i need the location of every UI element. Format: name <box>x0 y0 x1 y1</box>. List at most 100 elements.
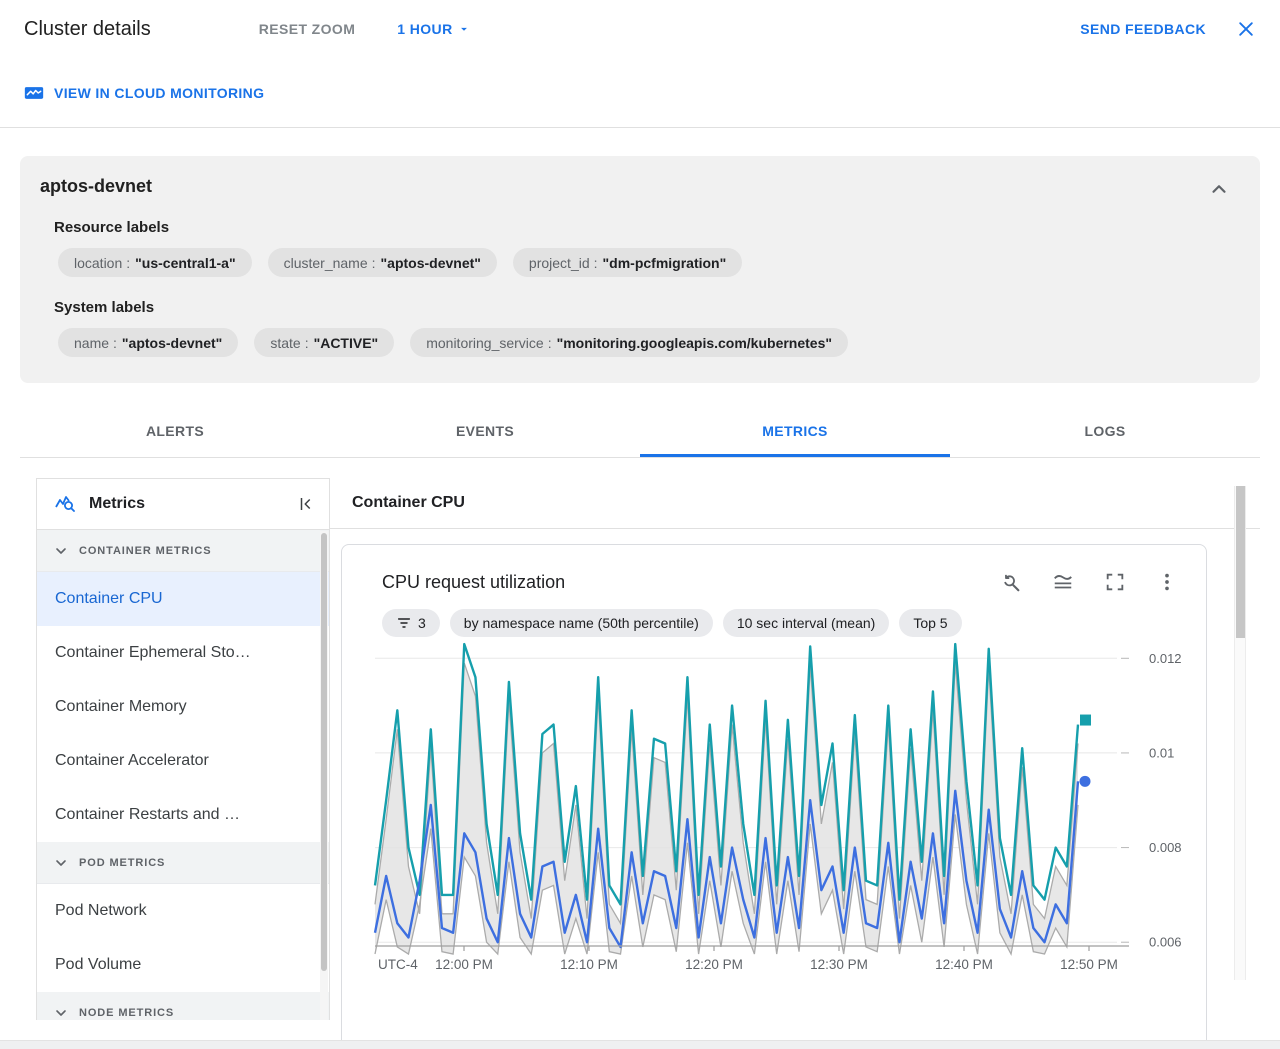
sidebar-scrollbar[interactable] <box>320 531 328 1020</box>
metric-detail-panel: Container CPU CPU request utilization 3 … <box>330 478 1260 1049</box>
tab-bar: ALERTS EVENTS METRICS LOGS <box>20 409 1260 458</box>
chart-chip-2[interactable]: Top 5 <box>899 609 962 637</box>
label-key: cluster_name <box>283 254 368 271</box>
label-colon: : <box>547 334 552 351</box>
more-options-kebab-icon[interactable] <box>1156 571 1178 593</box>
svg-text:12:20 PM: 12:20 PM <box>685 957 743 972</box>
sidebar-item-container-memory[interactable]: Container Memory <box>37 680 329 734</box>
view-in-cloud-monitoring-link[interactable]: VIEW IN CLOUD MONITORING <box>54 85 264 101</box>
label-colon: : <box>593 254 598 271</box>
sidebar-item-pod-network[interactable]: Pod Network <box>37 884 329 938</box>
system-labels-row: name: "aptos-devnet" state: "ACTIVE" monitor… <box>58 328 1240 357</box>
metrics-icon <box>53 492 77 516</box>
label-key: monitoring_service <box>426 334 544 351</box>
section-label: POD METRICS <box>79 856 166 869</box>
chart-title: CPU request utilization <box>382 571 566 592</box>
chevron-up-icon[interactable] <box>1208 178 1230 205</box>
sidebar-item-pod-volume[interactable]: Pod Volume <box>37 938 329 992</box>
label-colon: : <box>371 254 376 271</box>
system-labels-block: System labels name: "aptos-devnet" state: "… <box>54 299 1240 357</box>
cluster-summary-card: aptos-devnet Resource labels location: "u… <box>20 156 1260 383</box>
time-range-label: 1 HOUR <box>397 21 453 37</box>
reset-zoom-button[interactable]: RESET ZOOM <box>259 21 356 37</box>
label-key: location <box>74 254 123 271</box>
system-label-chip-state: state: "ACTIVE" <box>254 328 395 357</box>
monitoring-chart-icon <box>24 84 44 102</box>
sidebar-list: CONTAINER METRICS Container CPU Container … <box>37 530 329 1020</box>
tab-events[interactable]: EVENTS <box>330 409 640 457</box>
label-key: state <box>270 334 301 351</box>
label-value: "aptos-devnet" <box>121 334 223 351</box>
svg-text:0.008: 0.008 <box>1149 840 1182 855</box>
send-feedback-link[interactable]: SEND FEEDBACK <box>1080 21 1206 37</box>
label-value: "monitoring.googleapis.com/kubernetes" <box>556 334 833 351</box>
chart-card: CPU request utilization 3 by namespace n… <box>341 544 1207 1049</box>
chevron-down-icon <box>53 1005 69 1021</box>
time-range-dropdown[interactable]: 1 HOUR <box>397 21 470 37</box>
metrics-content: Metrics CONTAINER METRICS Container CPU Co… <box>0 458 1280 1049</box>
cluster-name-title: aptos-devnet <box>40 176 153 196</box>
svg-text:12:50 PM: 12:50 PM <box>1060 957 1118 972</box>
label-key: project_id <box>528 254 590 271</box>
chart-filter-chips: 3 by namespace name (50th percentile) 10 … <box>382 609 1206 637</box>
chart-chip-1[interactable]: 10 sec interval (mean) <box>722 609 890 637</box>
metric-heading: Container CPU <box>330 478 1260 529</box>
label-value: "dm-pcfmigration" <box>602 254 727 271</box>
system-label-chip-monitoring_service: monitoring_service: "monitoring.googleapi… <box>410 328 849 357</box>
svg-text:0.01: 0.01 <box>1149 745 1174 760</box>
sidebar-item-container-ephemeral-sto[interactable]: Container Ephemeral Sto… <box>37 626 329 680</box>
filter-count: 3 <box>418 615 426 631</box>
resource-labels-row: location: "us-central1-a" cluster_name: "ap… <box>58 248 1240 277</box>
chart-chip-0[interactable]: by namespace name (50th percentile) <box>449 609 713 637</box>
chart-card-header: CPU request utilization <box>342 545 1206 593</box>
label-key: name <box>74 334 110 351</box>
sidebar-scrollbar-thumb[interactable] <box>321 533 327 971</box>
sidebar-item-container-cpu[interactable]: Container CPU <box>37 572 329 626</box>
chart-toolbar <box>1000 571 1178 593</box>
svg-text:0.006: 0.006 <box>1149 935 1182 950</box>
section-label: CONTAINER METRICS <box>79 544 212 557</box>
resource-label-chip-cluster_name: cluster_name: "aptos-devnet" <box>267 248 497 277</box>
main-scrollbar-thumb[interactable] <box>1236 486 1245 638</box>
svg-text:UTC-4: UTC-4 <box>378 957 418 972</box>
svg-text:12:00 PM: 12:00 PM <box>435 957 493 972</box>
chevron-down-icon <box>53 855 69 871</box>
chip-container: by namespace name (50th percentile) 10 se… <box>449 609 962 637</box>
svg-text:12:40 PM: 12:40 PM <box>935 957 993 972</box>
main-scrollbar[interactable] <box>1234 486 1246 980</box>
svg-text:0.012: 0.012 <box>1149 651 1182 666</box>
bottom-edge-strip <box>0 1040 1280 1049</box>
system-label-chip-name: name: "aptos-devnet" <box>58 328 239 357</box>
monitoring-link-row: VIEW IN CLOUD MONITORING <box>0 58 1280 128</box>
section-label: NODE METRICS <box>79 1006 175 1019</box>
label-colon: : <box>113 334 117 351</box>
section-header-container-metrics[interactable]: CONTAINER METRICS <box>37 530 329 572</box>
filter-count-chip[interactable]: 3 <box>382 609 440 637</box>
filter-icon <box>396 615 412 631</box>
sidebar-title: Metrics <box>89 495 146 512</box>
section-header-pod-metrics[interactable]: POD METRICS <box>37 842 329 884</box>
tab-logs[interactable]: LOGS <box>950 409 1260 457</box>
cpu-utilization-chart[interactable]: 12:00 PM 12:10 PM 12:20 PM 12:30 PM 12:40 PM… <box>342 637 1207 989</box>
resource-labels-block: Resource labels location: "us-central1-a"… <box>54 219 1240 277</box>
fullscreen-icon[interactable] <box>1104 571 1126 593</box>
zoom-reset-icon[interactable] <box>1000 571 1022 593</box>
area-chart-mode-icon[interactable] <box>1052 571 1074 593</box>
label-value: "ACTIVE" <box>313 334 379 351</box>
sidebar-item-container-restarts-and[interactable]: Container Restarts and … <box>37 788 329 842</box>
resource-label-chip-location: location: "us-central1-a" <box>58 248 252 277</box>
caret-down-icon <box>457 22 471 36</box>
page-title: Cluster details <box>24 17 151 40</box>
collapse-sidebar-icon[interactable] <box>297 495 315 513</box>
label-colon: : <box>126 254 131 271</box>
tab-alerts[interactable]: ALERTS <box>20 409 330 457</box>
close-icon[interactable] <box>1236 19 1256 39</box>
chevron-down-icon <box>53 543 69 559</box>
label-colon: : <box>304 334 309 351</box>
top-bar: Cluster details RESET ZOOM 1 HOUR SEND F… <box>0 0 1280 58</box>
metrics-sidebar: Metrics CONTAINER METRICS Container CPU Co… <box>36 478 330 1020</box>
label-value: "us-central1-a" <box>135 254 236 271</box>
section-header-node-metrics[interactable]: NODE METRICS <box>37 992 329 1020</box>
tab-metrics[interactable]: METRICS <box>640 409 950 457</box>
sidebar-item-container-accelerator[interactable]: Container Accelerator <box>37 734 329 788</box>
